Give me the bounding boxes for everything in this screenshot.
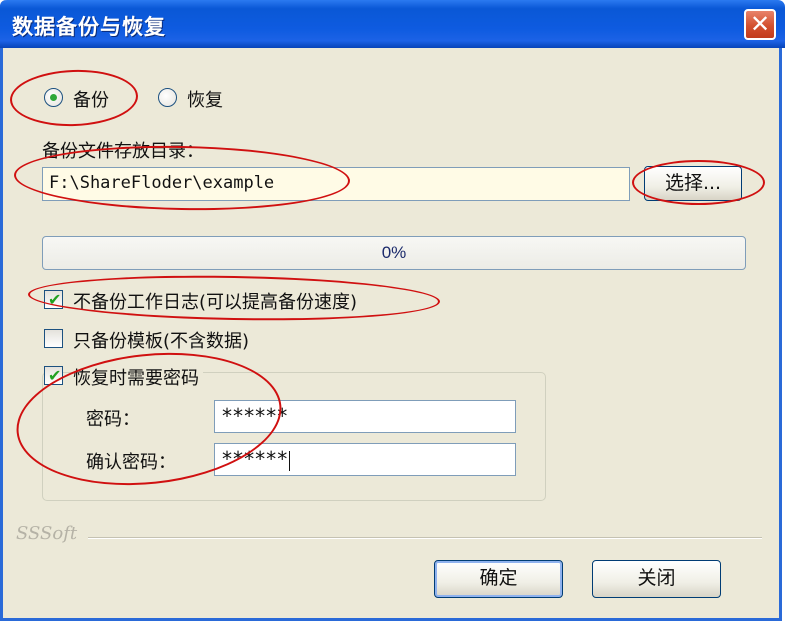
template-only-checkbox[interactable]: [44, 329, 63, 348]
restore-radio[interactable]: [158, 88, 177, 107]
annotation-oval-browse: [632, 160, 765, 205]
footer-divider: [88, 537, 762, 539]
brand-watermark: SSSoft: [16, 523, 78, 544]
close-icon: ✕: [749, 10, 771, 38]
title-bar[interactable]: 数据备份与恢复 ✕: [0, 0, 785, 48]
progress-bar: 0%: [42, 236, 746, 270]
confirm-password-input[interactable]: ******: [214, 443, 516, 476]
ok-button[interactable]: 确定: [434, 560, 563, 598]
close-button[interactable]: 关闭: [592, 560, 721, 598]
close-window-button[interactable]: ✕: [744, 9, 776, 40]
progress-text: 0%: [381, 243, 407, 262]
template-only-label[interactable]: 只备份模板(不含数据): [73, 327, 249, 353]
restore-radio-label[interactable]: 恢复: [187, 86, 223, 112]
window-title: 数据备份与恢复: [12, 15, 166, 39]
text-caret: [289, 450, 291, 471]
